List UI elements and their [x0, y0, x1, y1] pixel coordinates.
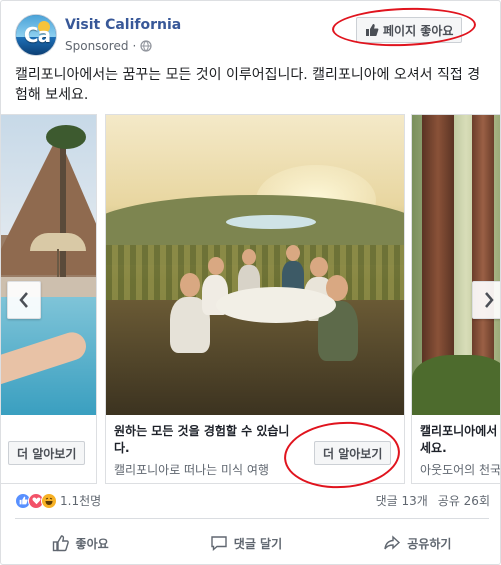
learn-more-button[interactable]: 더 알아보기: [314, 441, 392, 465]
fern-shape: [412, 355, 500, 415]
avatar-logo: Ca: [23, 23, 51, 47]
thumbs-up-icon: [366, 24, 379, 36]
lake-shape: [226, 215, 316, 229]
reaction-icons: [15, 492, 57, 509]
thumbs-up-outline-icon: [52, 535, 69, 552]
share-button[interactable]: 공유하기: [371, 528, 463, 558]
reaction-count[interactable]: 1.1천명: [60, 492, 101, 509]
action-bar: 좋아요 댓글 달기 공유하기: [1, 524, 500, 562]
carousel-next-button[interactable]: [472, 281, 500, 319]
diner-3-head: [242, 249, 256, 265]
palm-fronds: [46, 125, 86, 149]
post-meta: Sponsored ·: [65, 39, 152, 53]
dinner-table: [216, 287, 336, 323]
card-headline[interactable]: 캘리포니아에서 보세요.: [420, 423, 500, 457]
comment-label: 댓글 달기: [233, 536, 283, 551]
reactions-summary[interactable]: 1.1천명: [15, 492, 101, 509]
diner-1-head: [180, 273, 200, 297]
carousel: 더 알아보기 원하는 모든 것을 경험할 수 있습니다. 캘리포니아로 떠나는 …: [1, 114, 501, 484]
haha-icon: [41, 492, 57, 509]
share-count[interactable]: 공유 26회: [438, 492, 490, 509]
carousel-prev-button[interactable]: [7, 281, 41, 319]
share-label: 공유하기: [407, 536, 452, 551]
chevron-left-icon: [19, 292, 28, 308]
diner-5-head: [310, 257, 328, 277]
carousel-card-main[interactable]: 원하는 모든 것을 경험할 수 있습니다. 캘리포니아로 떠나는 미식 여행 더…: [105, 114, 405, 484]
post-message: 캘리포니아에서는 꿈꾸는 모든 것이 이루어집니다. 캘리포니아에 오셔서 직접…: [15, 67, 481, 103]
mountain-shape: [1, 135, 96, 275]
chevron-right-icon: [485, 292, 494, 308]
sponsored-post: Ca Visit California Sponsored · 페이지 좋아요 …: [0, 0, 501, 565]
card-headline[interactable]: 원하는 모든 것을 경험할 수 있습니다.: [114, 423, 304, 457]
like-page-label: 페이지 좋아요: [383, 23, 454, 38]
forest-image[interactable]: [412, 115, 500, 415]
page-avatar[interactable]: Ca: [15, 14, 57, 56]
card-footer: 캘리포니아에서 보세요. 아웃도어의 천국: [412, 415, 501, 483]
card-footer: 더 알아보기: [1, 415, 96, 483]
card-footer: 원하는 모든 것을 경험할 수 있습니다. 캘리포니아로 떠나는 미식 여행 더…: [106, 415, 404, 483]
like-page-button[interactable]: 페이지 좋아요: [356, 17, 463, 43]
card-description: 캘리포니아로 떠나는 미식 여행: [114, 463, 269, 477]
meta-separator: ·: [132, 39, 137, 53]
diner-2-head: [208, 257, 224, 275]
pool-image[interactable]: [1, 115, 96, 415]
learn-more-button[interactable]: 더 알아보기: [8, 441, 86, 465]
comment-icon: [211, 536, 227, 552]
engagement-counts: 댓글 13개 공유 26회: [376, 492, 490, 509]
divider: [15, 518, 489, 519]
diner-4-head: [286, 245, 300, 261]
vineyard-dinner-image[interactable]: [106, 115, 404, 415]
comment-count[interactable]: 댓글 13개: [376, 492, 428, 509]
globe-icon: [140, 40, 152, 52]
like-label: 좋아요: [75, 536, 109, 551]
card-description: 아웃도어의 천국: [420, 463, 501, 477]
comment-button[interactable]: 댓글 달기: [198, 528, 294, 558]
sponsored-label[interactable]: Sponsored: [65, 39, 128, 53]
palm-trunk: [60, 135, 66, 295]
page-name-link[interactable]: Visit California: [65, 17, 181, 33]
like-button[interactable]: 좋아요: [40, 528, 121, 558]
share-arrow-icon: [384, 535, 401, 550]
